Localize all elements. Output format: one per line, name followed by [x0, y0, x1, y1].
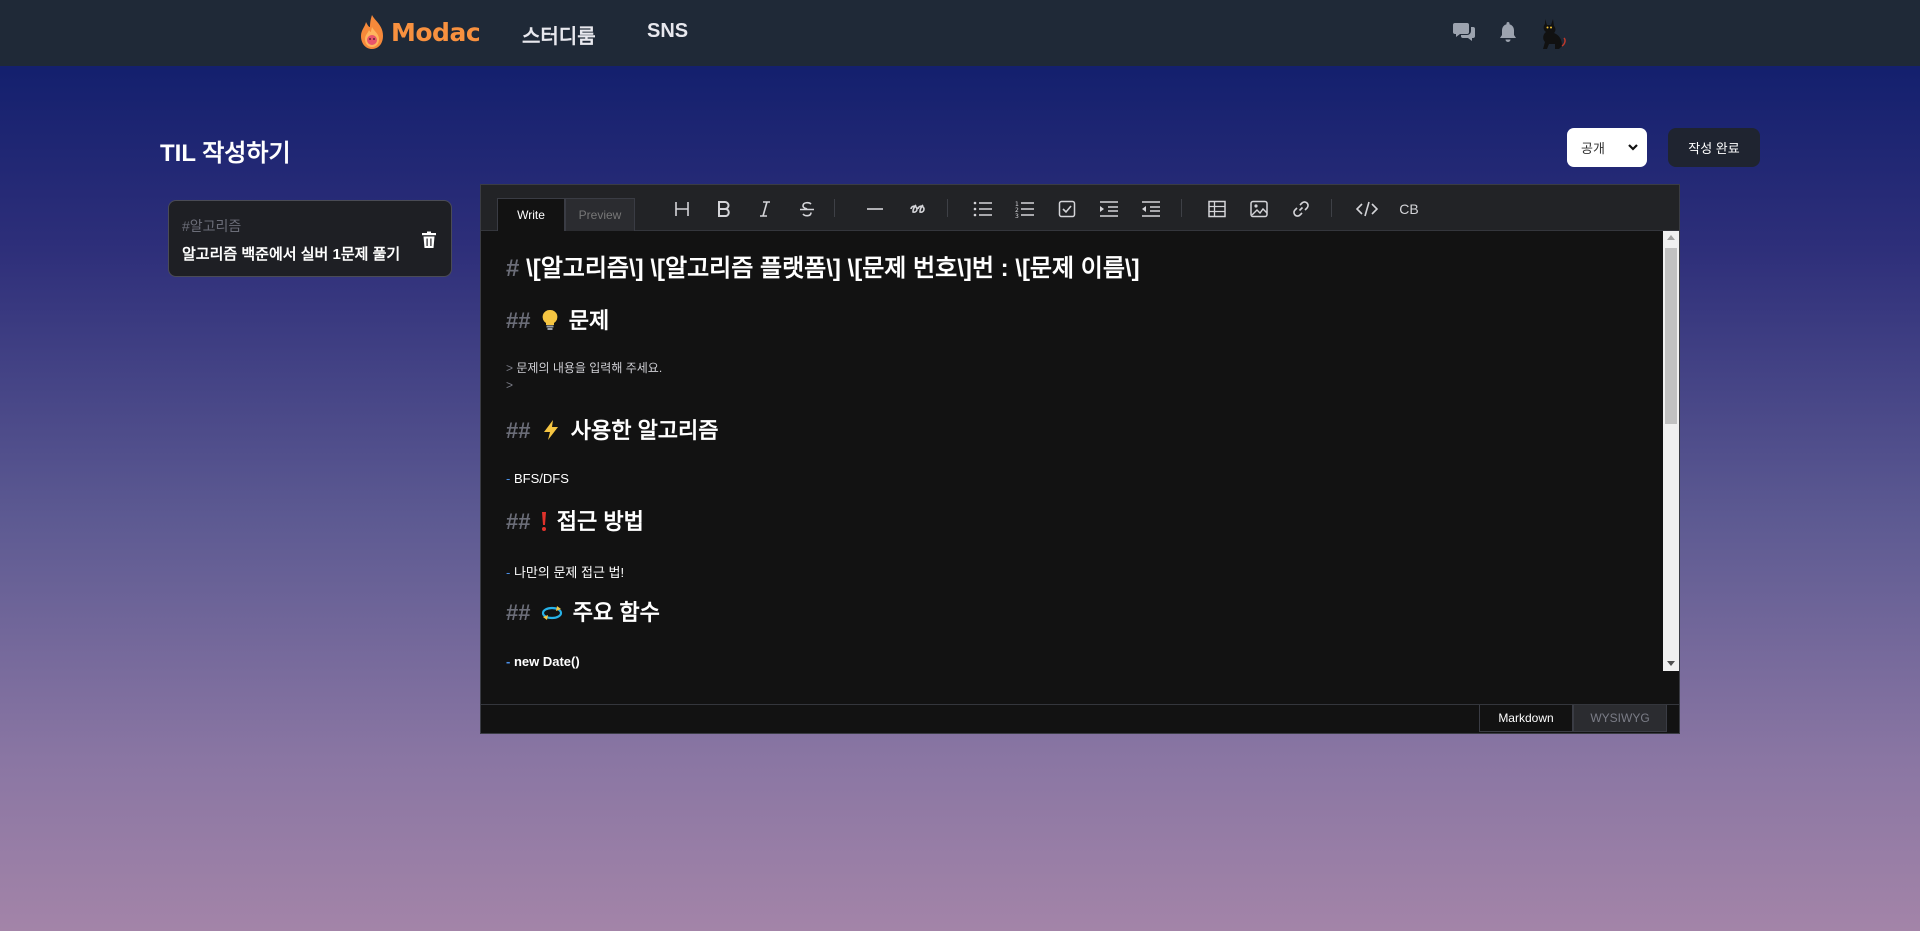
- bold-icon[interactable]: [711, 196, 737, 222]
- logo[interactable]: Modac: [357, 13, 481, 51]
- line-h2-approach: ## 접근 방법: [506, 504, 644, 536]
- heading-mark: ##: [506, 418, 531, 443]
- indent-icon[interactable]: [1096, 196, 1122, 222]
- nav-sns[interactable]: SNS: [647, 20, 688, 43]
- algo-item: BFS/DFS: [513, 471, 569, 486]
- tab-write[interactable]: Write: [497, 198, 565, 231]
- heading-mark: ##: [506, 509, 531, 534]
- line-funcs-item: - new Date(): [506, 654, 580, 669]
- scroll-down-arrow-icon[interactable]: [1667, 661, 1675, 666]
- bell-icon[interactable]: [1494, 18, 1522, 46]
- markdown-editor: Write Preview 123 CB # \[알고리즘\] \[알고리즘 플…: [480, 184, 1680, 734]
- lightning-icon: [543, 420, 558, 440]
- exclamation-icon: [541, 512, 546, 531]
- list-dash: -: [506, 654, 511, 669]
- list-dash: -: [506, 471, 511, 486]
- h1-text: \[알고리즘\] \[알고리즘 플랫폼\] \[문제 번호\]번 : \[문제 …: [526, 255, 1140, 282]
- chat-icon[interactable]: [1450, 18, 1478, 46]
- logo-text: Modac: [391, 17, 481, 47]
- line-h2-funcs: ## 주요 함수: [506, 595, 660, 627]
- visibility-selected-value: 공개: [1581, 141, 1605, 156]
- ordered-list-icon[interactable]: 123: [1012, 196, 1038, 222]
- task-list-icon[interactable]: [1054, 196, 1080, 222]
- line-h1: # \[알고리즘\] \[알고리즘 플랫폼\] \[문제 번호\]번 : \[문…: [506, 248, 1140, 283]
- strike-icon[interactable]: [794, 196, 820, 222]
- image-icon[interactable]: [1246, 196, 1272, 222]
- tab-preview[interactable]: Preview: [565, 198, 635, 231]
- toolbar-divider: [947, 199, 948, 217]
- visibility-select[interactable]: 공개: [1567, 128, 1647, 167]
- til-tag: #알고리즘: [182, 218, 242, 234]
- line-quote-empty: >: [506, 378, 513, 392]
- cycle-icon: [541, 606, 562, 620]
- scroll-up-arrow-icon[interactable]: [1667, 235, 1675, 240]
- nav-study-room[interactable]: 스터디룸: [522, 20, 596, 49]
- quote-mark: >: [506, 378, 514, 392]
- chevron-down-icon: [1628, 144, 1638, 151]
- code-icon[interactable]: [1354, 196, 1380, 222]
- editor-scrollbar[interactable]: [1663, 231, 1679, 671]
- line-approach-item: - 나만의 문제 접근 법!: [506, 562, 624, 581]
- codeblock-icon[interactable]: CB: [1396, 196, 1422, 222]
- line-algo-item: - BFS/DFS: [506, 471, 569, 486]
- toolbar-divider: [1181, 199, 1182, 217]
- til-list-item[interactable]: #알고리즘 알고리즘 백준에서 실버 1문제 풀기: [168, 200, 452, 277]
- editor-mode-bar: Markdown WYSIWYG: [481, 704, 1679, 733]
- submit-button[interactable]: 작성 완료: [1668, 128, 1760, 167]
- top-nav-bar: Modac 스터디룸 SNS: [0, 0, 1920, 66]
- heading-icon[interactable]: [669, 196, 695, 222]
- italic-icon[interactable]: [752, 196, 778, 222]
- scrollbar-thumb[interactable]: [1665, 248, 1677, 424]
- mode-wysiwyg-tab[interactable]: WYSIWYG: [1573, 705, 1667, 732]
- quote-mark: >: [506, 361, 514, 375]
- quote-icon[interactable]: [904, 196, 930, 222]
- heading-mark: ##: [506, 600, 531, 625]
- line-quote: > 문제의 내용을 입력해 주세요.: [506, 359, 662, 376]
- til-title: 알고리즘 백준에서 실버 1문제 풀기: [182, 246, 401, 263]
- svg-text:3: 3: [1015, 213, 1019, 218]
- list-dash: -: [506, 565, 511, 580]
- mode-markdown-tab[interactable]: Markdown: [1479, 705, 1573, 732]
- approach-item: 나만의 문제 접근 법!: [513, 565, 625, 580]
- funcs-heading: 주요 함수: [572, 600, 660, 625]
- page-title: TIL 작성하기: [160, 140, 291, 167]
- bullet-list-icon[interactable]: [970, 196, 996, 222]
- toolbar-divider: [834, 199, 835, 217]
- approach-heading: 접근 방법: [556, 509, 644, 534]
- editor-content[interactable]: # \[알고리즘\] \[알고리즘 플랫폼\] \[문제 번호\]번 : \[문…: [481, 231, 1661, 671]
- outdent-icon[interactable]: [1138, 196, 1164, 222]
- line-h2-problem: ## 문제: [506, 303, 609, 335]
- toolbar-divider: [1331, 199, 1332, 217]
- heading-mark: ##: [506, 308, 531, 333]
- line-h2-algo: ## 사용한 알고리즘: [506, 413, 719, 445]
- trash-icon[interactable]: [421, 231, 437, 249]
- table-icon[interactable]: [1204, 196, 1230, 222]
- quote-text: 문제의 내용을 입력해 주세요.: [516, 361, 663, 375]
- avatar[interactable]: [1536, 16, 1568, 50]
- lightbulb-icon: [542, 309, 558, 330]
- editor-toolbar: Write Preview 123 CB: [481, 185, 1679, 231]
- heading-mark: #: [506, 255, 520, 282]
- flame-logo-icon: [361, 15, 383, 49]
- problem-heading: 문제: [568, 308, 610, 333]
- algo-heading: 사용한 알고리즘: [570, 418, 719, 443]
- hr-icon[interactable]: [862, 196, 888, 222]
- link-icon[interactable]: [1288, 196, 1314, 222]
- funcs-item: new Date(): [513, 654, 580, 669]
